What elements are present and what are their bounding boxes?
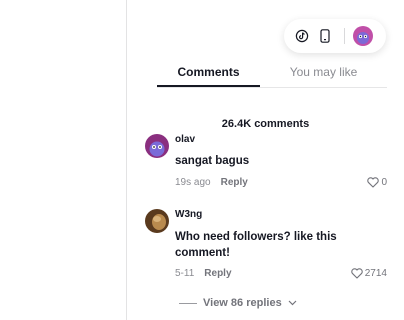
comment-item: W3ng Who need followers? like this comme… — [145, 209, 387, 285]
avatar[interactable] — [145, 134, 169, 158]
avatar[interactable] — [145, 209, 169, 233]
reply-button[interactable]: Reply — [221, 177, 248, 188]
comment-count: 26.4K comments — [221, 118, 310, 130]
comment-time: 19s ago — [175, 177, 211, 188]
comment-username[interactable]: olav — [175, 134, 195, 145]
tab-comments[interactable]: Comments — [157, 62, 260, 87]
comment-meta: 5-11 Reply — [175, 268, 232, 279]
comment-text: Who need followers? like this comment! — [175, 231, 337, 259]
topbar-separator — [344, 28, 345, 44]
like-button[interactable]: 0 — [367, 177, 387, 188]
view-replies-button[interactable]: View 86 replies — [179, 297, 297, 309]
like-count: 2714 — [364, 268, 387, 279]
like-count: 0 — [381, 177, 387, 188]
like-button[interactable]: 2714 — [351, 268, 387, 279]
replies-line — [179, 302, 197, 304]
tiktok-logo-icon[interactable] — [294, 28, 310, 44]
user-avatar[interactable] — [353, 26, 373, 46]
comment-username[interactable]: W3ng — [175, 209, 202, 220]
panel-divider — [126, 0, 127, 320]
comment-text: sangat bagus — [175, 155, 250, 167]
heart-icon — [367, 177, 380, 188]
comment-meta: 19s ago Reply — [175, 177, 248, 188]
view-replies-label: View 86 replies — [203, 297, 282, 309]
tab-you-may-like[interactable]: You may like — [272, 62, 375, 87]
comment-item: olav sangat bagus 19s ago Reply 0 — [145, 134, 387, 192]
chevron-down-icon — [288, 300, 297, 306]
comment-tabs: Comments You may like — [157, 62, 387, 88]
comment-time: 5-11 — [175, 268, 195, 279]
reply-button[interactable]: Reply — [204, 268, 231, 279]
heart-icon — [351, 268, 363, 279]
top-action-bar — [284, 19, 386, 53]
phone-icon[interactable] — [317, 28, 333, 44]
